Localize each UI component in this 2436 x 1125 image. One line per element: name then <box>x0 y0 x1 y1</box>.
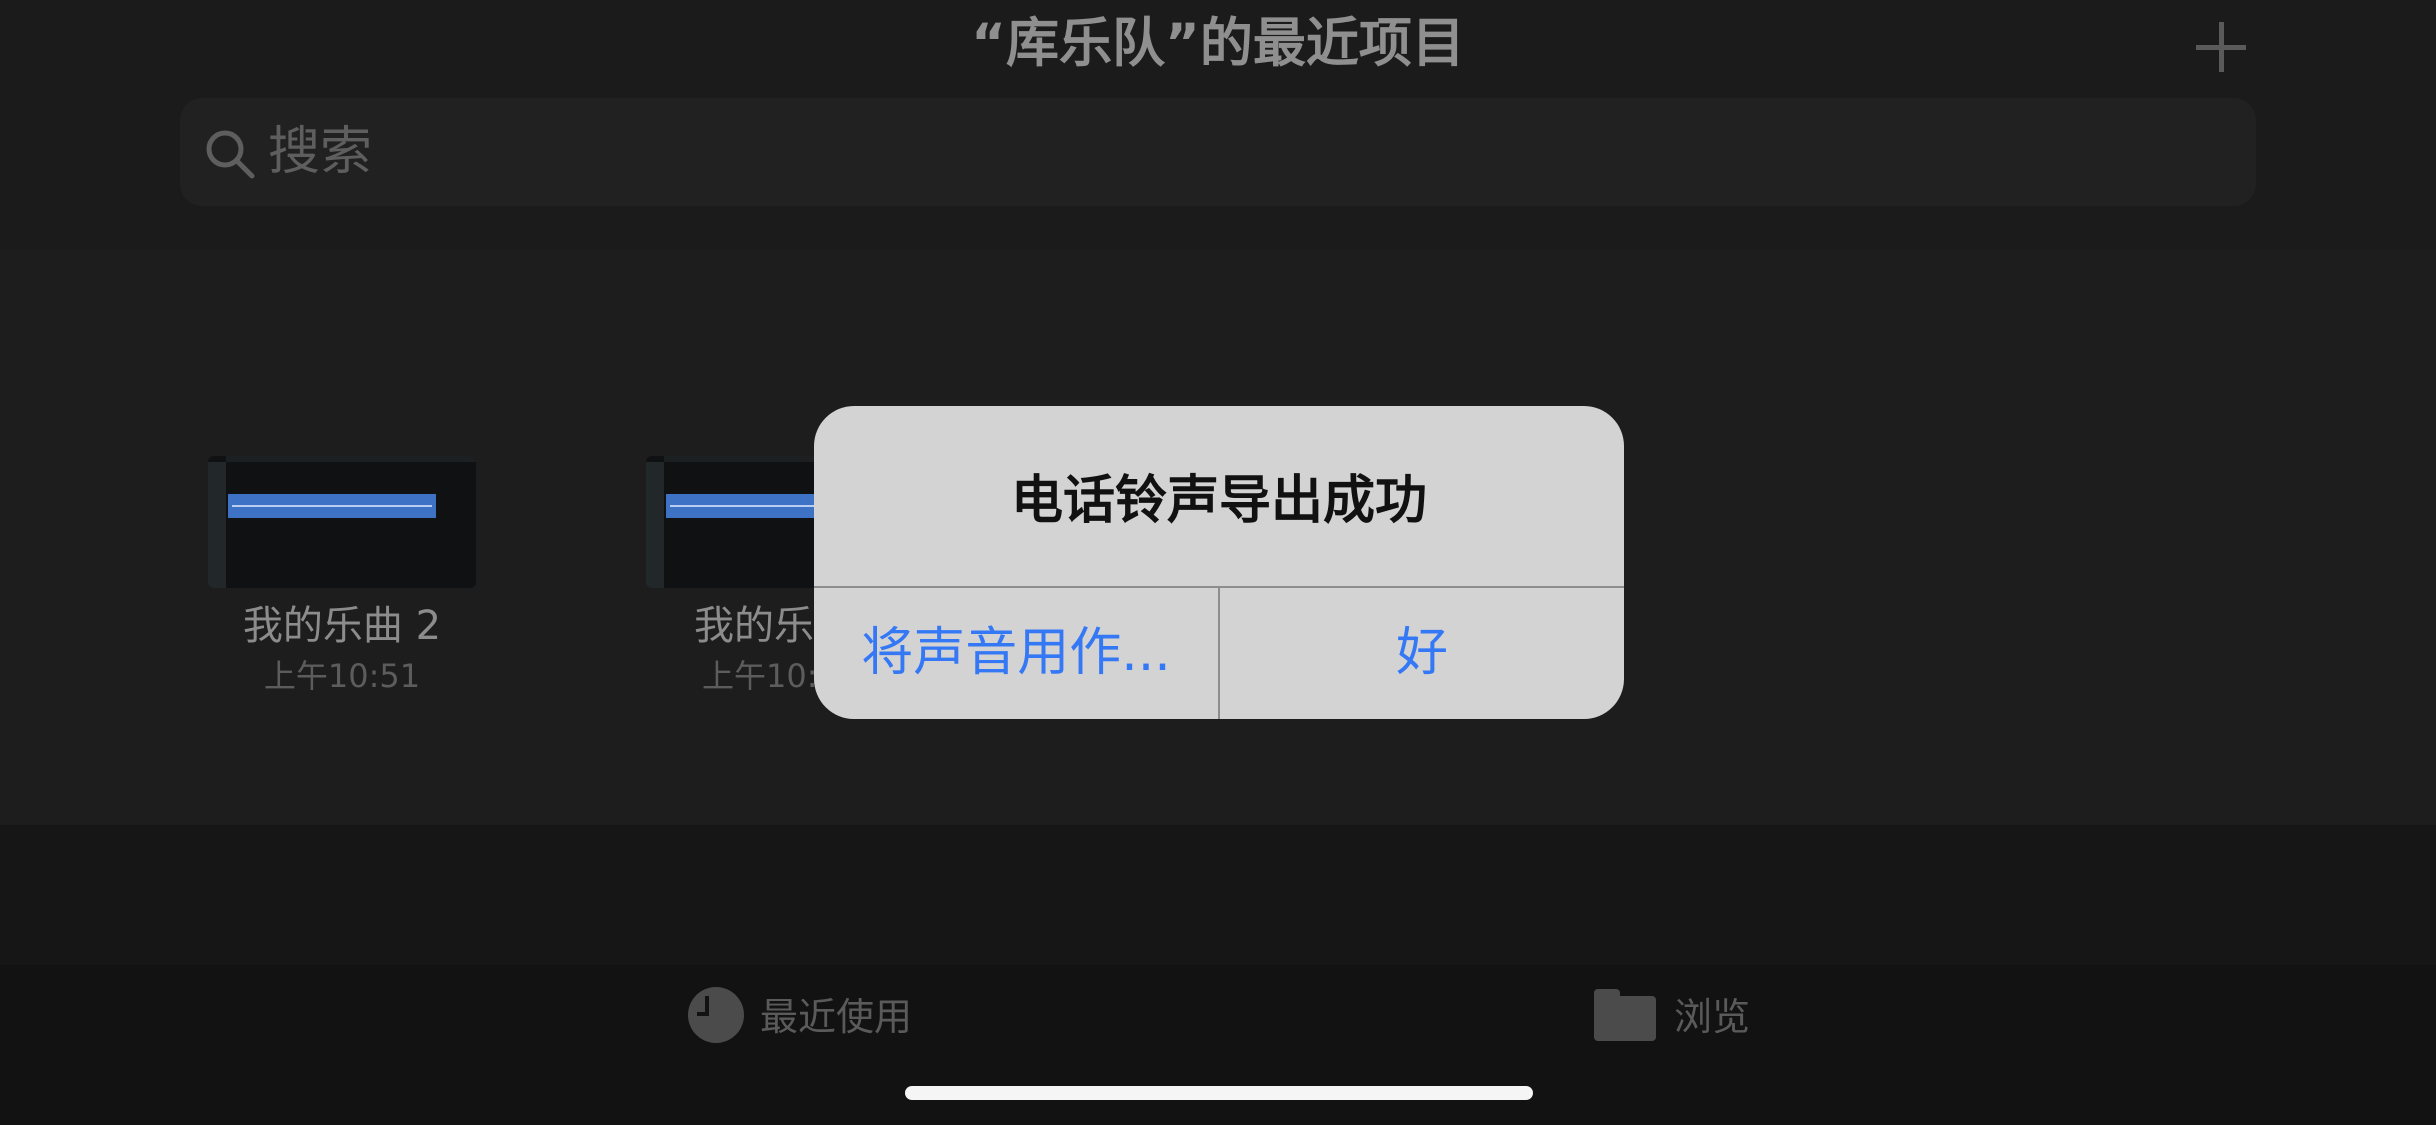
tab-bar: 最近使用 浏览 <box>0 965 2436 1125</box>
folder-icon <box>1594 989 1656 1041</box>
header: “库乐队”的最近项目 搜索 <box>0 0 2436 250</box>
screen: “库乐队”的最近项目 搜索 我的乐曲 2 上午10:51 我的乐 上午10: 最… <box>0 0 2436 1125</box>
clock-icon <box>688 987 744 1043</box>
waveform <box>232 505 432 507</box>
project-thumbnail <box>208 456 476 588</box>
project-date: 上午10:51 <box>263 657 421 695</box>
project-date: 上午10: <box>702 657 818 695</box>
tab-label: 浏览 <box>1674 995 1751 1039</box>
project-name: 我的乐曲 2 <box>242 603 442 649</box>
use-sound-as-button[interactable]: 将声音用作... <box>814 588 1218 719</box>
page-title: “库乐队”的最近项目 <box>971 13 1465 74</box>
audio-region <box>228 494 436 518</box>
search-icon <box>206 130 255 179</box>
tab-browse[interactable]: 浏览 <box>1594 987 1774 1047</box>
tab-recents[interactable]: 最近使用 <box>688 987 948 1047</box>
tab-label: 最近使用 <box>760 995 913 1039</box>
home-indicator[interactable] <box>905 1086 1533 1100</box>
search-placeholder: 搜索 <box>268 122 373 182</box>
ok-button[interactable]: 好 <box>1220 588 1624 719</box>
alert-dialog: 电话铃声导出成功 将声音用作... 好 <box>814 406 1624 719</box>
alert-title: 电话铃声导出成功 <box>1010 471 1427 531</box>
project-name: 我的乐 <box>694 603 814 649</box>
search-input[interactable]: 搜索 <box>180 98 2256 206</box>
add-project-button[interactable] <box>2196 22 2246 72</box>
